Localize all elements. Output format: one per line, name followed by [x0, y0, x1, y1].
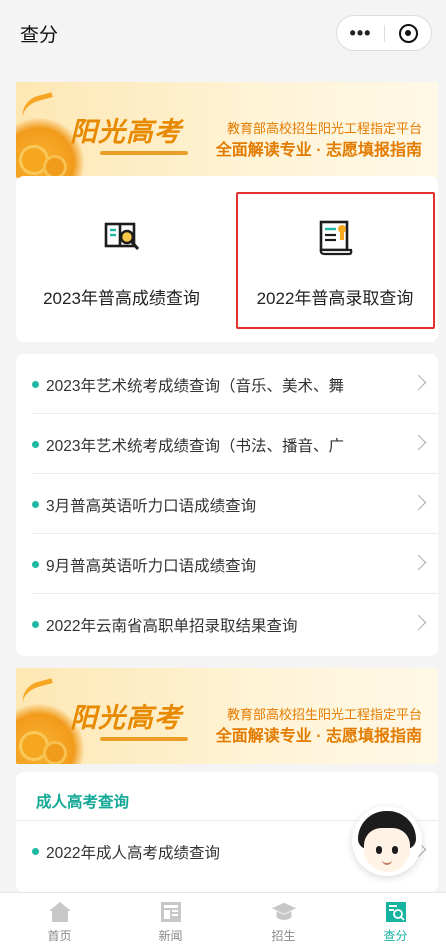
flower-decoration [46, 744, 64, 762]
list-item[interactable]: 2022年云南省高职单招录取结果查询 [16, 594, 438, 654]
list-item-label: 9月普高英语听力口语成绩查询 [46, 558, 257, 575]
tab-label: 新闻 [158, 929, 183, 943]
news-icon [158, 900, 184, 924]
chevron-right-icon [410, 434, 427, 451]
banner-logo: 阳光高考 [70, 696, 188, 741]
query-list: 2023年艺术统考成绩查询（音乐、美术、舞 2023年艺术统考成绩查询（书法、播… [16, 354, 438, 656]
tab-bar: 首页 新闻 招生 查分 [0, 892, 446, 946]
list-item-label: 2022年成人高考成绩查询 [46, 845, 220, 862]
banner-logo: 阳光高考 [70, 110, 188, 155]
list-item-label: 3月普高英语听力口语成绩查询 [46, 498, 257, 515]
home-icon [47, 900, 73, 924]
tab-label: 查分 [383, 929, 408, 943]
flower-decoration [22, 734, 46, 758]
tab-home[interactable]: 首页 [4, 893, 115, 946]
capsule-menu: ••• [336, 15, 432, 51]
chevron-right-icon [410, 554, 427, 571]
nav-bar: 查分 ••• [0, 0, 446, 64]
bullet-dot-icon [32, 621, 39, 628]
sunshine-gaokao-banner[interactable]: 阳光高考 教育部高校招生阳光工程指定平台 全面解读专业 · 志愿填报指南 [16, 668, 438, 764]
banner-tagline: 教育部高校招生阳光工程指定平台 [226, 707, 422, 722]
score-query-2023-label: 2023年普高成绩查询 [43, 289, 200, 308]
target-close-icon[interactable] [385, 16, 431, 50]
list-item-label: 2023年艺术统考成绩查询（音乐、美术、舞 [46, 378, 344, 395]
sunshine-gaokao-banner[interactable]: 阳光高考 教育部高校招生阳光工程指定平台 全面解读专业 · 志愿填报指南 [16, 82, 438, 178]
list-item-label: 2022年云南省高职单招录取结果查询 [46, 618, 298, 635]
bullet-dot-icon [32, 381, 39, 388]
banner-slogan: 全面解读专业 · 志愿填报指南 [215, 142, 422, 159]
score-query-icon [383, 900, 409, 924]
tab-label: 招生 [271, 929, 296, 943]
page-title: 查分 [20, 25, 59, 46]
banner-tagline: 教育部高校招生阳光工程指定平台 [226, 121, 422, 136]
list-item[interactable]: 3月普高英语听力口语成绩查询 [16, 474, 438, 534]
chevron-right-icon [410, 494, 427, 511]
book-search-icon [104, 222, 139, 250]
bullet-dot-icon [32, 561, 39, 568]
customer-service-avatar[interactable] [352, 806, 422, 876]
highlight-box [236, 192, 435, 329]
tab-news[interactable]: 新闻 [115, 893, 226, 946]
tab-admission[interactable]: 招生 [228, 893, 339, 946]
tab-label: 首页 [47, 929, 72, 943]
flower-decoration [46, 158, 64, 176]
list-item[interactable]: 2023年艺术统考成绩查询（书法、播音、广 [16, 414, 438, 474]
bullet-dot-icon [32, 848, 39, 855]
quick-query-card: 2023年普高成绩查询 2022年普高录取查询 [16, 176, 438, 342]
list-item[interactable]: 2023年艺术统考成绩查询（音乐、美术、舞 [16, 354, 438, 414]
chevron-right-icon [410, 374, 427, 391]
flower-decoration [22, 148, 46, 172]
tab-score[interactable]: 查分 [340, 893, 446, 946]
list-item[interactable]: 9月普高英语听力口语成绩查询 [16, 534, 438, 594]
list-item-label: 2023年艺术统考成绩查询（书法、播音、广 [46, 438, 344, 455]
banner-slogan: 全面解读专业 · 志愿填报指南 [215, 728, 422, 745]
graduation-cap-icon [271, 900, 297, 924]
chevron-right-icon [410, 614, 427, 631]
section-heading: 成人高考查询 [36, 794, 130, 811]
bullet-dot-icon [32, 441, 39, 448]
bullet-dot-icon [32, 501, 39, 508]
score-query-2023-button[interactable]: 2023年普高成绩查询 [16, 176, 227, 342]
more-dots-icon[interactable]: ••• [337, 16, 384, 50]
